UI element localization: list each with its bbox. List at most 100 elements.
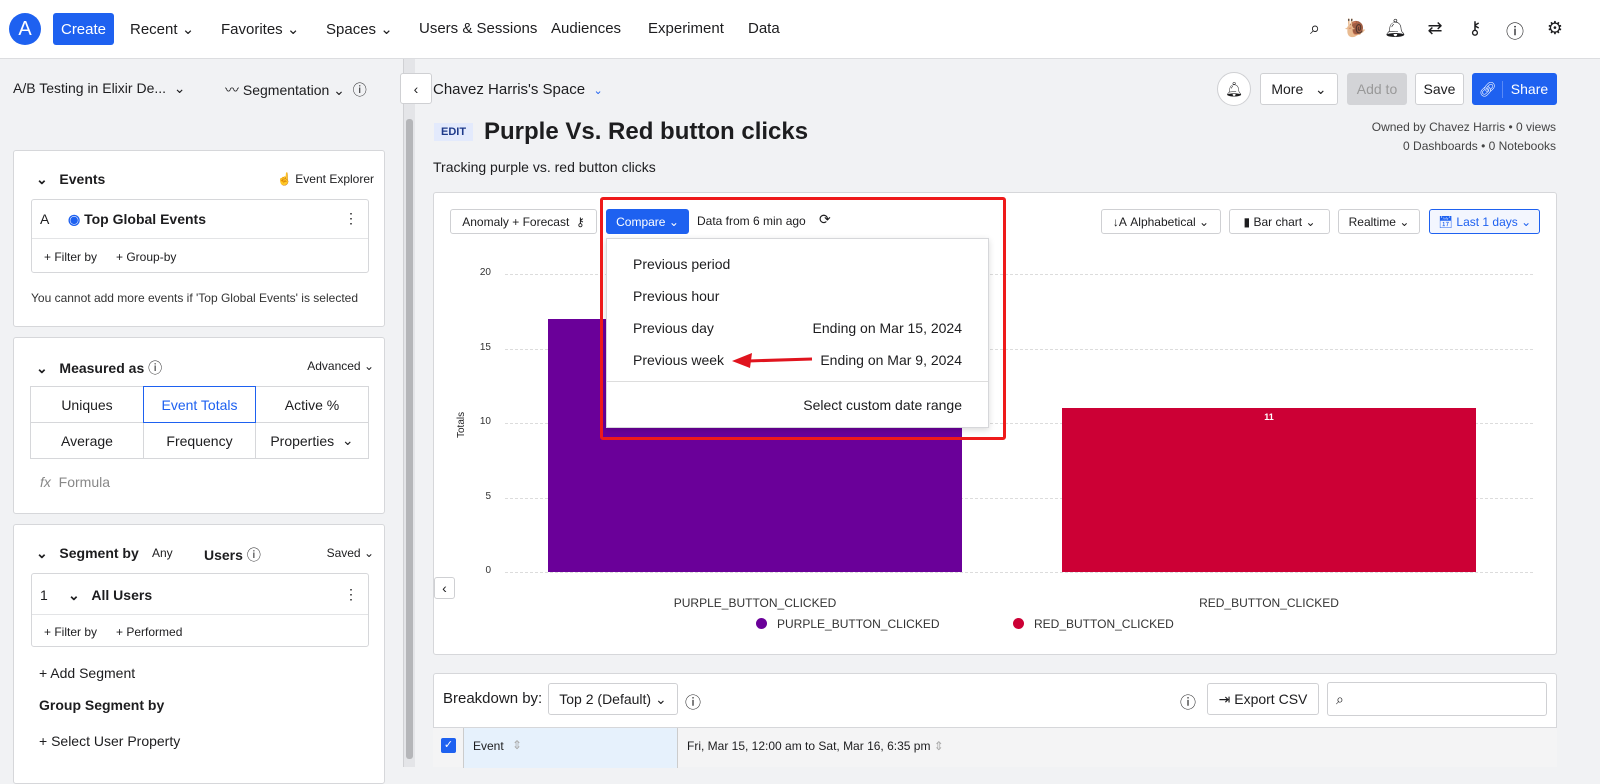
filter-by-button[interactable]: + Filter by xyxy=(44,250,97,264)
nav-users-sessions[interactable]: Users & Sessions xyxy=(419,20,537,37)
event-explorer-button[interactable]: ☝ Event Explorer xyxy=(277,172,374,186)
option-event-totals[interactable]: Event Totals xyxy=(143,386,256,423)
space-selector[interactable]: Chavez Harris's Space ⌄ xyxy=(433,81,603,98)
more-options-icon[interactable]: ⋮ xyxy=(344,586,358,603)
edit-badge[interactable]: EDIT xyxy=(434,123,474,141)
menu-item-previous-period[interactable]: Previous period xyxy=(633,256,730,272)
project-selector[interactable]: A/B Testing in Elixir De... ⌄ xyxy=(13,80,186,97)
menu-item-custom-range[interactable]: Select custom date range xyxy=(803,397,962,413)
bell-icon[interactable]: 🔔︎ xyxy=(1217,72,1251,106)
menu-item-previous-week[interactable]: Previous week xyxy=(633,352,724,368)
info-icon[interactable]: ⓘ xyxy=(148,360,162,376)
segment-row: 1 ⌄ All Users ⋮ + Filter by + Performed xyxy=(31,573,369,647)
segment-number: 1 xyxy=(40,587,48,603)
create-button[interactable]: Create xyxy=(53,13,114,45)
events-panel: ⌄ Events ☝ Event Explorer A ◉ Top Global… xyxy=(13,150,385,327)
bar[interactable] xyxy=(1062,408,1476,572)
performed-button[interactable]: + Performed xyxy=(116,625,182,639)
data-freshness: Data from 6 min ago xyxy=(697,214,806,228)
segment-name[interactable]: ⌄ All Users xyxy=(68,587,152,604)
search-icon: ⌕ xyxy=(1336,690,1344,707)
option-uniques[interactable]: Uniques xyxy=(30,386,144,423)
x-tick-label: PURPLE_BUTTON_CLICKED xyxy=(673,596,837,610)
add-segment-button[interactable]: + Add Segment xyxy=(39,665,135,681)
option-average[interactable]: Average xyxy=(30,422,144,459)
nav-audiences[interactable]: Audiences xyxy=(551,20,621,37)
sidebar-scrollbar[interactable] xyxy=(403,59,415,767)
search-icon[interactable]: ⌕ xyxy=(1304,18,1326,39)
event-row: A ◉ Top Global Events ⋮ + Filter by + Gr… xyxy=(31,199,369,273)
advanced-dropdown[interactable]: Advanced ⌄ xyxy=(307,359,374,373)
amplitude-logo[interactable]: A xyxy=(9,13,41,45)
x-tick-label: RED_BUTTON_CLICKED xyxy=(1199,596,1339,610)
table-search-input[interactable]: ⌕ xyxy=(1327,682,1547,716)
realtime-dropdown[interactable]: Realtime ⌄ xyxy=(1338,209,1420,234)
menu-item-previous-day[interactable]: Previous day xyxy=(633,320,714,336)
nav-experiment[interactable]: Experiment xyxy=(648,20,724,37)
option-active-pct[interactable]: Active % xyxy=(255,386,369,423)
owner-info: Owned by Chavez Harris • 0 views xyxy=(1371,120,1556,134)
info-icon[interactable]: ⓘ xyxy=(685,689,701,713)
measured-title[interactable]: ⌄ Measured as ⓘ xyxy=(36,358,162,378)
date-range-dropdown[interactable]: 📅︎ Last 1 days ⌄ xyxy=(1429,209,1540,234)
table-header: ✓ Event ⇕ Fri, Mar 15, 12:00 am to Sat, M… xyxy=(433,727,1557,768)
link-icon: 🔗︎ xyxy=(1473,80,1503,98)
chart-scroll-left-button[interactable]: ‹ xyxy=(434,577,455,599)
add-to-button[interactable]: Add to xyxy=(1347,73,1407,105)
compare-menu: Previous period Previous hour Previous d… xyxy=(606,238,989,428)
save-button[interactable]: Save xyxy=(1415,73,1464,105)
menu-item-previous-hour[interactable]: Previous hour xyxy=(633,288,719,304)
select-user-property-button[interactable]: + Select User Property xyxy=(39,733,180,749)
column-event[interactable]: Event ⇕ xyxy=(463,728,678,768)
calendar-icon: 📅︎ xyxy=(1437,214,1454,229)
bar-chart: 0 5 10 15 20 PURPLE_BUTTON_CLICKED 11 RED_BUTTO… xyxy=(433,240,1557,655)
column-date-range[interactable]: Fri, Mar 15, 12:00 am to Sat, Mar 16, 6:… xyxy=(687,739,944,753)
bell-icon[interactable]: 🔔︎ xyxy=(1384,18,1407,39)
users-dropdown[interactable]: Users ⓘ xyxy=(204,545,261,565)
y-axis-label: Totals xyxy=(456,411,467,438)
option-properties[interactable]: Properties ⌄ xyxy=(255,422,369,459)
filter-by-button[interactable]: + Filter by xyxy=(44,625,97,639)
chart-type-selector[interactable]: 〰 Segmentation ⌄ ⓘ xyxy=(225,80,367,100)
formula-button[interactable]: fx Formula xyxy=(40,474,110,490)
any-dropdown[interactable]: Any xyxy=(152,546,173,560)
key-icon[interactable]: ⚷ xyxy=(1464,18,1486,39)
anomaly-forecast-button[interactable]: Anomaly + Forecast ⚷ xyxy=(450,209,597,234)
chart-description[interactable]: Tracking purple vs. red button clicks xyxy=(433,159,656,175)
segment-title[interactable]: ⌄ Segment by xyxy=(36,545,139,562)
more-options-icon[interactable]: ⋮ xyxy=(344,210,358,227)
breakdown-dropdown[interactable]: Top 2 (Default) ⌄ xyxy=(548,683,678,715)
chart-type-dropdown[interactable]: ▮ Bar chart ⌄ xyxy=(1229,209,1330,234)
snail-icon[interactable]: 🐌 xyxy=(1344,18,1366,39)
events-title[interactable]: ⌄ Events xyxy=(36,171,105,188)
previous-week-detail: Ending on Mar 9, 2024 xyxy=(820,352,962,368)
info-icon[interactable]: ⓘ xyxy=(247,547,261,563)
share-button[interactable]: 🔗︎ Share xyxy=(1472,73,1557,105)
nav-recent[interactable]: Recent ⌄ xyxy=(130,20,194,38)
measured-panel: ⌄ Measured as ⓘ Advanced ⌄ Uniques Event… xyxy=(13,337,385,514)
group-by-button[interactable]: + Group-by xyxy=(116,250,176,264)
arrows-icon[interactable]: ⇄ xyxy=(1424,18,1446,39)
event-name[interactable]: ◉ Top Global Events xyxy=(68,211,206,228)
sort-icon: ↓A xyxy=(1112,214,1127,229)
refresh-icon[interactable]: ⟳ xyxy=(819,211,831,228)
nav-spaces[interactable]: Spaces ⌄ xyxy=(326,20,393,38)
help-icon[interactable]: ⓘ xyxy=(1504,18,1526,44)
nav-data[interactable]: Data xyxy=(748,20,780,37)
info-icon[interactable]: ⓘ xyxy=(1180,689,1196,713)
page-title[interactable]: Purple Vs. Red button clicks xyxy=(484,118,808,146)
collapse-sidebar-button[interactable]: ‹ xyxy=(400,73,432,104)
sidebar: A/B Testing in Elixir De... ⌄ 〰 Segmenta… xyxy=(0,59,403,784)
compare-button[interactable]: Compare ⌄ xyxy=(606,209,689,234)
sort-dropdown[interactable]: ↓A Alphabetical ⌄ xyxy=(1101,209,1221,234)
select-all-checkbox[interactable]: ✓ xyxy=(441,738,456,753)
export-csv-button[interactable]: ⇥ Export CSV xyxy=(1207,683,1319,715)
legend-item[interactable]: PURPLE_BUTTON_CLICKED xyxy=(756,617,940,631)
legend-item[interactable]: RED_BUTTON_CLICKED xyxy=(1013,617,1174,631)
more-button[interactable]: More ⌄ xyxy=(1260,73,1338,105)
nav-favorites[interactable]: Favorites ⌄ xyxy=(221,20,299,38)
info-icon[interactable]: ⓘ xyxy=(353,82,367,98)
saved-dropdown[interactable]: Saved ⌄ xyxy=(327,546,374,560)
gear-icon[interactable]: ⚙ xyxy=(1544,18,1566,39)
option-frequency[interactable]: Frequency xyxy=(143,422,256,459)
